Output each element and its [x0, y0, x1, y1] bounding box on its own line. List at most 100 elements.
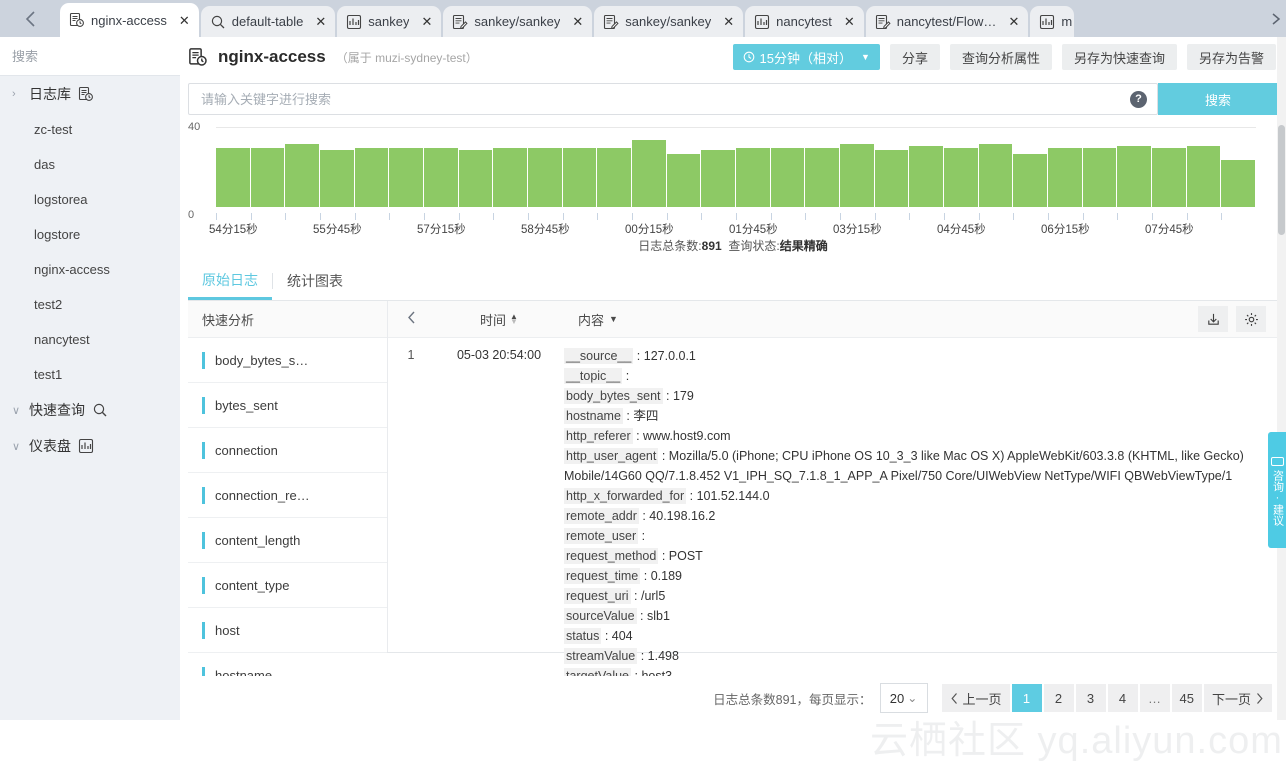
chart-bar[interactable] — [840, 143, 874, 207]
back-button[interactable] — [0, 0, 60, 37]
column-header-time[interactable]: 时间 ▲ ▼ — [434, 310, 564, 329]
chart-bar[interactable] — [944, 147, 978, 207]
page-button-45[interactable]: 45 — [1171, 684, 1202, 712]
chart-bar[interactable] — [285, 143, 320, 207]
log-field-key[interactable]: http_user_agent — [564, 448, 659, 464]
quick-analysis-field[interactable]: connection — [188, 428, 387, 473]
chart-bar[interactable] — [1013, 153, 1048, 207]
chart-bar[interactable] — [736, 147, 770, 207]
log-field-key[interactable]: hostname — [564, 408, 623, 424]
column-header-content[interactable]: 内容 ▼ — [564, 310, 1198, 329]
log-field-key[interactable]: request_uri — [564, 588, 631, 604]
search-input[interactable] — [199, 90, 1130, 108]
chart-bar[interactable] — [389, 147, 424, 207]
quick-analysis-field[interactable]: content_length — [188, 518, 387, 563]
log-field-key[interactable]: __source__ — [564, 348, 634, 364]
feedback-tab[interactable]: 咨询·建议 — [1268, 432, 1286, 548]
browser-tab-default-table[interactable]: default-table ✕ — [200, 6, 336, 37]
chart-bar[interactable] — [1082, 147, 1117, 207]
page-button-4[interactable]: 4 — [1107, 684, 1138, 712]
chart-bar[interactable] — [770, 147, 805, 207]
sidebar-group-logstore[interactable]: › 日志库 — [0, 76, 180, 112]
chart-bar[interactable] — [1117, 145, 1152, 207]
chart-bar[interactable] — [666, 153, 701, 207]
chart-bar[interactable] — [978, 143, 1013, 207]
browser-tab-sankey-sankey-2[interactable]: sankey/sankey ✕ — [594, 6, 744, 37]
browser-tab-nancytest[interactable]: nancytest ✕ — [745, 6, 864, 37]
chart-bar[interactable] — [424, 147, 458, 207]
log-field-key[interactable]: http_referer — [564, 428, 633, 444]
search-button[interactable]: 搜索 — [1158, 83, 1278, 115]
sidebar-search-input[interactable] — [0, 37, 200, 75]
next-page-button[interactable]: 下一页 — [1203, 684, 1272, 712]
save-as-alert-button[interactable]: 另存为告警 — [1186, 44, 1276, 70]
chart-bar[interactable] — [1048, 147, 1082, 207]
quick-analysis-field[interactable]: content_type — [188, 563, 387, 608]
sidebar-item-nginx-access[interactable]: nginx-access — [0, 252, 180, 287]
chart-bar[interactable] — [597, 147, 632, 207]
log-field-key[interactable]: request_time — [564, 568, 641, 584]
browser-tab-sankey[interactable]: sankey ✕ — [337, 6, 442, 37]
tab-close-icon[interactable]: ✕ — [838, 15, 855, 28]
quick-analysis-field[interactable]: bytes_sent — [188, 383, 387, 428]
sidebar-item-test2[interactable]: test2 — [0, 287, 180, 322]
chart-bar[interactable] — [1221, 159, 1256, 207]
sidebar-item-nancytest[interactable]: nancytest — [0, 322, 180, 357]
sidebar-item-das[interactable]: das — [0, 147, 180, 182]
chart-bar[interactable] — [632, 139, 666, 207]
chart-bar[interactable] — [493, 147, 528, 207]
log-field-key[interactable]: body_bytes_sent — [564, 388, 663, 404]
collapse-panel-button[interactable] — [388, 310, 434, 329]
chart-bar[interactable] — [562, 147, 597, 207]
page-button-3[interactable]: 3 — [1075, 684, 1106, 712]
question-icon[interactable]: ? — [1130, 90, 1147, 108]
chart-bar[interactable] — [320, 149, 354, 207]
chart-bar[interactable] — [874, 149, 909, 207]
save-as-quick-query-button[interactable]: 另存为快速查询 — [1061, 44, 1177, 70]
download-button[interactable] — [1198, 306, 1228, 332]
browser-tab-muzi[interactable]: mu — [1030, 6, 1075, 37]
quick-analysis-field[interactable]: body_bytes_s… — [188, 338, 387, 383]
settings-button[interactable] — [1236, 306, 1266, 332]
page-scrollbar-track[interactable] — [1277, 37, 1286, 720]
chart-bar[interactable] — [216, 147, 250, 207]
log-field-key[interactable]: remote_user — [564, 528, 639, 544]
tab-close-icon[interactable]: ✕ — [309, 15, 326, 28]
tab-statistics-charts[interactable]: 统计图表 — [273, 263, 357, 300]
page-button-2[interactable]: 2 — [1043, 684, 1074, 712]
chart-bar[interactable] — [909, 145, 944, 207]
quick-analysis-field[interactable]: connection_re… — [188, 473, 387, 518]
prev-page-button[interactable]: 上一页 — [941, 684, 1010, 712]
chart-bar[interactable] — [354, 147, 389, 207]
sidebar-item-zc-test[interactable]: zc-test — [0, 112, 180, 147]
chart-bar[interactable] — [250, 147, 285, 207]
chart-bar[interactable] — [1152, 147, 1186, 207]
log-field-key[interactable]: request_method — [564, 548, 659, 564]
tab-close-icon[interactable]: ✕ — [173, 14, 190, 27]
log-field-key[interactable]: status — [564, 628, 602, 644]
share-button[interactable]: 分享 — [889, 44, 940, 70]
chart-bar[interactable] — [458, 149, 493, 207]
per-page-select[interactable]: 20 ⌄ — [879, 683, 928, 713]
time-range-button[interactable]: 15分钟（相对） ▼ — [732, 44, 880, 70]
tab-close-icon[interactable]: ✕ — [415, 15, 432, 28]
tab-close-icon[interactable]: ✕ — [717, 15, 734, 28]
log-field-key[interactable]: sourceValue — [564, 608, 637, 624]
quick-analysis-field[interactable]: host — [188, 608, 387, 653]
log-field-key[interactable]: http_x_forwarded_for — [564, 488, 687, 504]
tabbar-overflow-icon[interactable] — [1270, 0, 1286, 37]
page-button-1[interactable]: 1 — [1011, 684, 1042, 712]
sidebar-group-dashboard[interactable]: ∨ 仪表盘 — [0, 428, 180, 464]
query-analysis-properties-button[interactable]: 查询分析属性 — [949, 44, 1052, 70]
page-scrollbar-thumb[interactable] — [1278, 125, 1285, 235]
tab-raw-logs[interactable]: 原始日志 — [188, 263, 272, 300]
tab-close-icon[interactable]: ✕ — [1002, 15, 1019, 28]
sidebar-group-quick-query[interactable]: ∨ 快速查询 — [0, 392, 180, 428]
sidebar-item-test1[interactable]: test1 — [0, 357, 180, 392]
chart-bar[interactable] — [528, 147, 562, 207]
log-field-key[interactable]: streamValue — [564, 648, 638, 664]
log-field-key[interactable]: __topic__ — [564, 368, 623, 384]
sidebar-item-logstore[interactable]: logstore — [0, 217, 180, 252]
browser-tab-sankey-sankey-1[interactable]: sankey/sankey ✕ — [443, 6, 593, 37]
sidebar-item-logstorea[interactable]: logstorea — [0, 182, 180, 217]
